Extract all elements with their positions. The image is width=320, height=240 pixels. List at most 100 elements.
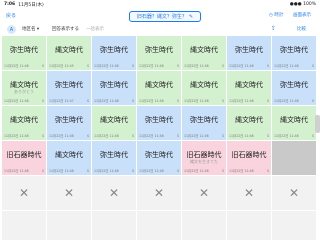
status-mark: S — [86, 134, 89, 138]
answer-label: 弥生時代 — [280, 46, 308, 54]
empty-x-icon: ✕ — [198, 186, 210, 200]
answer-label: 弥生時代 — [55, 81, 83, 89]
status-mark: S — [86, 64, 89, 68]
answer-card[interactable]: 縄文時代 11月22日 11:46 S — [227, 71, 271, 105]
answer-label: 弥生時代 — [190, 116, 218, 124]
answer-label: 弥生時代 — [145, 151, 173, 159]
timestamp: 11月22日 11:46 — [94, 169, 119, 173]
status-mark: S — [266, 169, 269, 173]
bulk-display-button[interactable]: 一括表示 — [86, 26, 104, 32]
status-mark: S — [176, 169, 179, 173]
status-date: 11月5日(木) — [18, 2, 44, 8]
timestamp: 11月22日 11:46 — [229, 134, 254, 138]
timestamp: 11月22日 11:46 — [184, 169, 209, 173]
back-button[interactable]: 戻る — [6, 12, 16, 19]
timestamp: 11月22日 11:46 — [94, 134, 119, 138]
answer-card[interactable]: 弥生時代 11月22日 11:46 S — [137, 141, 181, 175]
answer-label: 縄文時代 — [280, 116, 308, 124]
answer-card[interactable]: 弥生時代 11月22日 11:46 S — [2, 36, 46, 70]
toolbar: A 地区名 ▾ 回答表示する 一括表示 ⇪ 比較 — [0, 23, 320, 36]
compare-button[interactable]: 比較 — [297, 26, 306, 32]
answer-label: 縄文時代 — [190, 46, 218, 54]
pencil-icon: ✎ — [188, 13, 194, 20]
timestamp: 11月22日 11:47 — [49, 99, 74, 103]
empty-slot: ✕ — [47, 176, 91, 210]
status-mark: S — [131, 64, 134, 68]
status-mark: S — [221, 134, 224, 138]
timestamp: 11月22日 11:46 — [139, 99, 164, 103]
navbar: 戻る 旧石器？縄文？弥生？ ✎ ◷ 時計 画面表示 — [0, 9, 320, 23]
status-mark: S — [41, 134, 44, 138]
answer-card[interactable]: 弥生時代 11月22日 11:46 S — [182, 106, 226, 140]
answer-card[interactable]: 縄文時代 11月22日 11:46 S — [92, 106, 136, 140]
timestamp: 11月22日 11:46 — [4, 134, 29, 138]
status-mark: S — [41, 64, 44, 68]
area-dropdown[interactable]: 地区名 ▾ — [22, 26, 39, 32]
answer-label: 旧石器時代 — [231, 151, 267, 159]
answer-label: 弥生時代 — [145, 116, 173, 124]
answer-card[interactable]: 弥生時代 11月22日 11:46 S — [92, 71, 136, 105]
empty-slot: ✕ — [92, 176, 136, 210]
display-settings-button[interactable]: 画面表示 — [293, 12, 311, 18]
title-button[interactable]: 旧石器？縄文？弥生？ ✎ — [129, 11, 201, 22]
timer-button[interactable]: ◷ 時計 — [269, 12, 283, 18]
answer-card[interactable]: 縄文時代 11月22日 11:46 S — [182, 36, 226, 70]
answer-card[interactable]: 旧石器時代 11月22日 11:46 S — [2, 141, 46, 175]
timestamp: 11月22日 11:45 — [49, 64, 74, 68]
answer-card[interactable]: 縄文時代 11月22日 11:46 S — [47, 141, 91, 175]
answer-label: 弥生時代 — [100, 46, 128, 54]
answer-card[interactable]: 縄文時代 11月22日 11:46 S — [272, 106, 316, 140]
empty-slot — [272, 211, 316, 240]
status-time: 7:06 — [4, 2, 16, 7]
status-mark: S — [176, 64, 179, 68]
timestamp: 11月22日 11:46 — [139, 169, 164, 173]
answer-card[interactable]: 弥生時代 11月22日 11:46 S — [272, 71, 316, 105]
status-mark: S — [221, 64, 224, 68]
status-bar: 7:06 11月5日(木) ●●● 100% — [0, 0, 320, 9]
answer-card[interactable]: 旧石器時代 縄文を生きてた 11月22日 11:46 S — [182, 141, 226, 175]
timestamp: 11月22日 11:46 — [94, 99, 119, 103]
answer-card[interactable]: 弥生時代 11月22日 11:46 S — [47, 106, 91, 140]
answer-card[interactable]: 弥生時代 11月22日 11:46 S — [92, 36, 136, 70]
answer-card[interactable]: 旧石器時代 11月22日 11:46 S — [227, 141, 271, 175]
answer-card[interactable]: 縄文時代 11月22日 11:45 S — [47, 36, 91, 70]
empty-slot — [47, 211, 91, 240]
answer-card[interactable]: 弥生時代 11月22日 11:46 S — [272, 36, 316, 70]
show-answers-button[interactable]: 回答表示する — [52, 26, 79, 32]
answer-card[interactable]: 縄文時代 11月22日 11:46 S — [137, 71, 181, 105]
answer-label: 弥生時代 — [145, 46, 173, 54]
answer-card[interactable]: 弥生時代 11月22日 11:46 S — [137, 36, 181, 70]
share-icon[interactable]: ⇪ — [271, 25, 276, 32]
answer-card[interactable]: 縄文時代 11月22日 11:46 S — [182, 71, 226, 105]
timestamp: 11月22日 11:46 — [229, 169, 254, 173]
timestamp: 11月22日 11:46 — [139, 134, 164, 138]
answer-card[interactable]: 弥生時代 11月22日 11:46 S — [92, 141, 136, 175]
answer-card[interactable]: 弥生時代 11月22日 11:46 S — [137, 106, 181, 140]
status-mark: S — [311, 134, 314, 138]
timestamp: 11月22日 11:46 — [49, 169, 74, 173]
status-mark: S — [311, 64, 314, 68]
page-title: 旧石器？縄文？弥生？ — [136, 14, 187, 20]
status-mark: S — [221, 99, 224, 103]
scrollbar[interactable] — [315, 115, 320, 133]
status-mark: S — [221, 169, 224, 173]
answer-card[interactable]: 縄文時代 ありがとう 11月22日 11:46 S — [2, 71, 46, 105]
answer-card[interactable]: 縄文時代 11月22日 11:46 S — [2, 106, 46, 140]
answer-card[interactable] — [272, 141, 316, 175]
answer-label: 縄文時代 — [235, 81, 263, 89]
timestamp: 11月22日 11:46 — [229, 99, 254, 103]
status-mark: S — [311, 99, 314, 103]
answer-label: 弥生時代 — [55, 116, 83, 124]
answer-label: 弥生時代 — [280, 81, 308, 89]
timestamp: 11月22日 11:46 — [4, 64, 29, 68]
font-icon[interactable]: A — [7, 25, 16, 34]
empty-slot: ✕ — [137, 176, 181, 210]
status-mark: S — [41, 99, 44, 103]
answer-label: 旧石器時代 — [6, 151, 42, 159]
status-mark: S — [131, 134, 134, 138]
answer-card[interactable]: 弥生時代 11月22日 11:46 S — [227, 36, 271, 70]
status-mark: S — [131, 99, 134, 103]
empty-slot: ✕ — [227, 176, 271, 210]
answer-card[interactable]: 弥生時代 11月22日 11:47 S — [47, 71, 91, 105]
answer-card[interactable]: 縄文時代 11月22日 11:46 S — [227, 106, 271, 140]
